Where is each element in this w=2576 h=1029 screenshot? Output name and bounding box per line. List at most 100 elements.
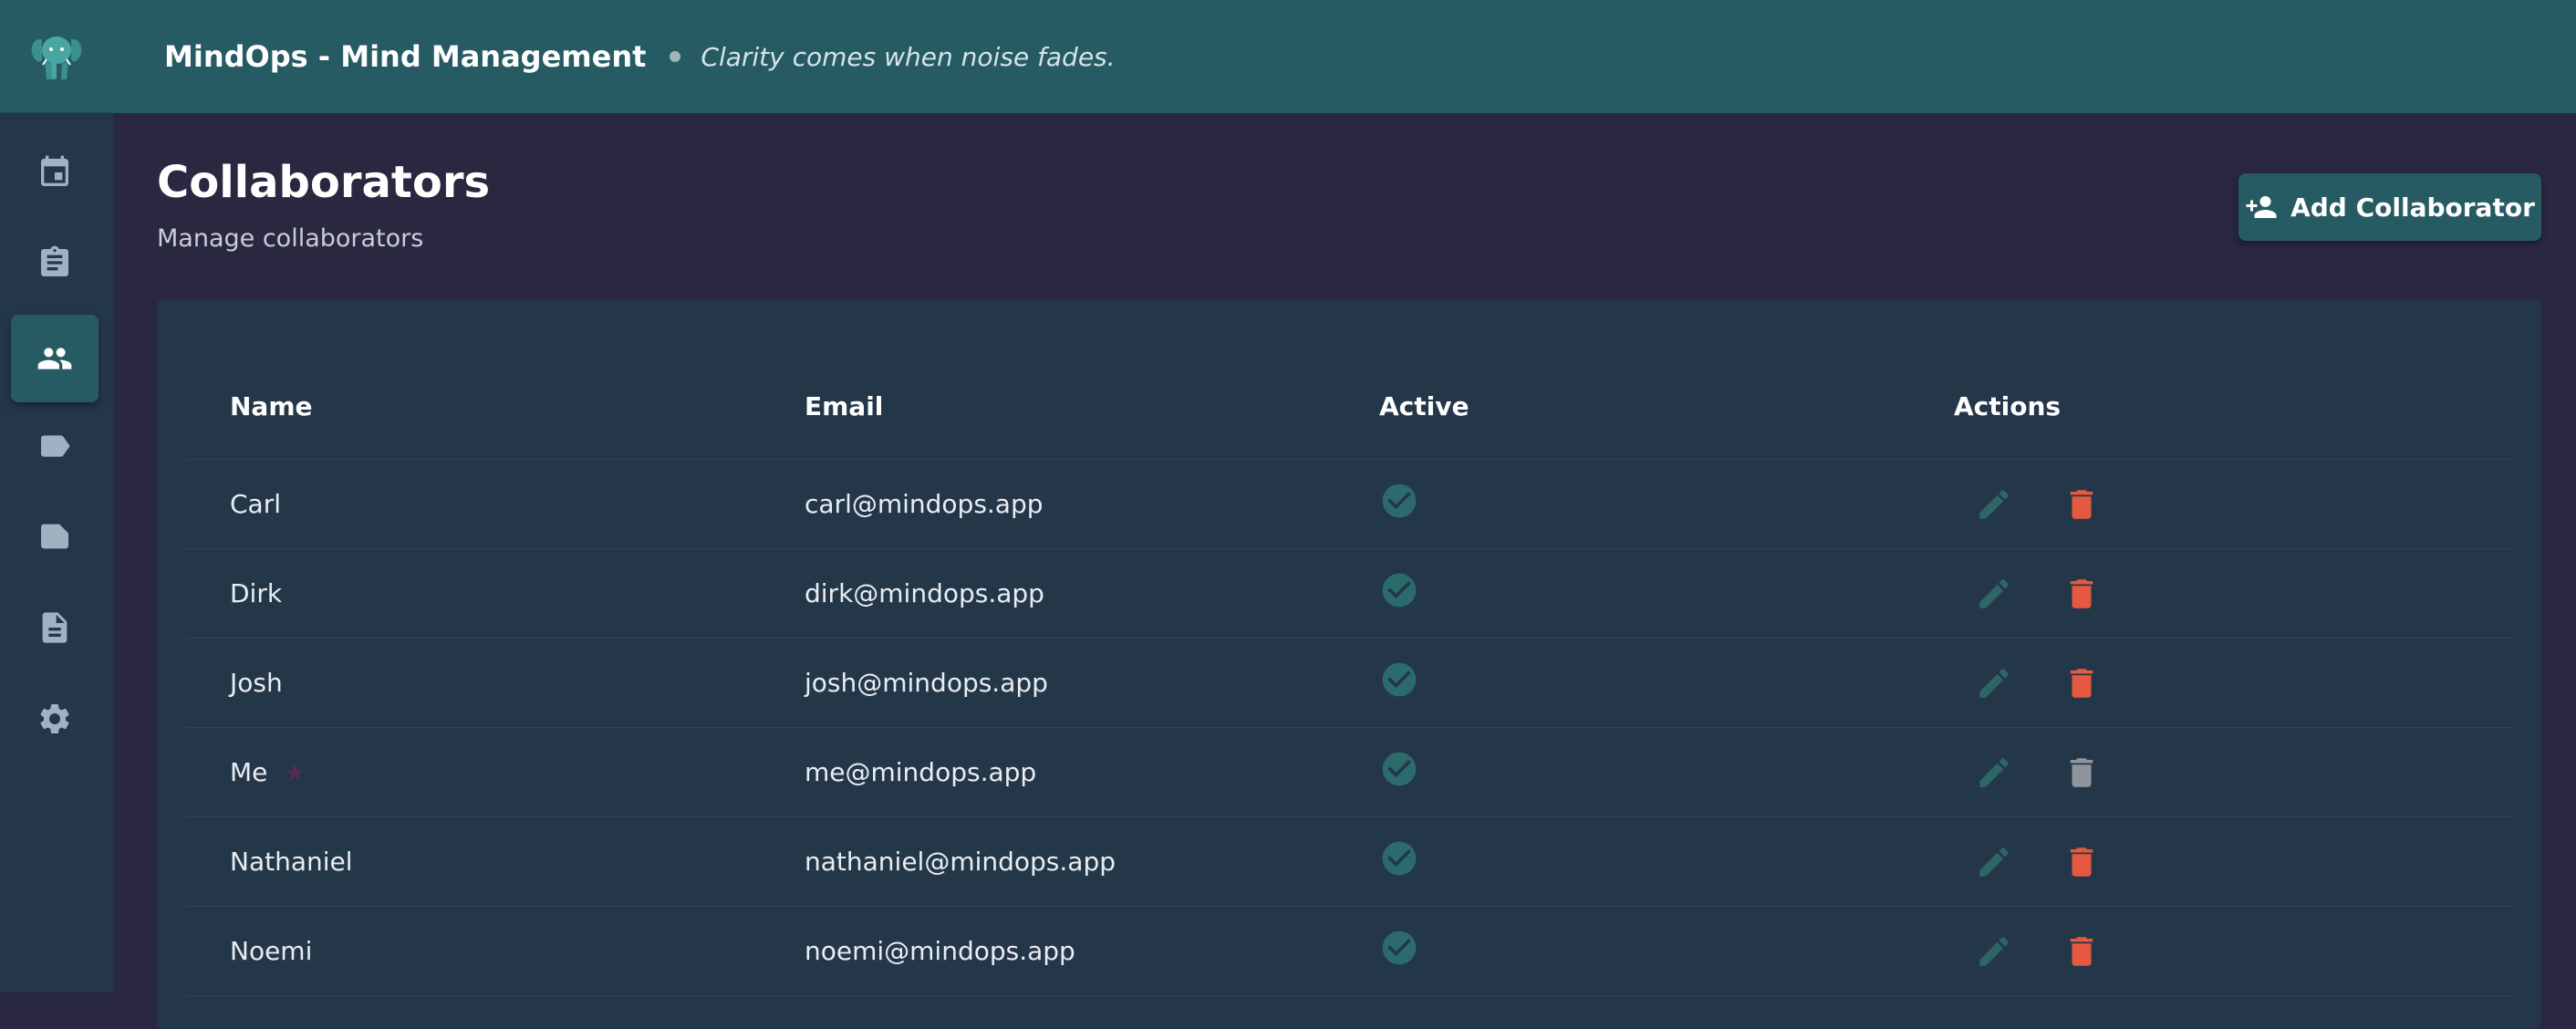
star-icon: ★ — [284, 760, 306, 787]
table-row: Dirk dirk@mindops.app — [186, 549, 2512, 639]
pencil-icon — [1979, 668, 2009, 698]
table-header: Name Email Active Actions — [186, 354, 2512, 460]
collaborator-name: Josh — [230, 668, 283, 698]
document-icon — [42, 612, 68, 643]
edit-button[interactable] — [1972, 483, 2016, 526]
trash-icon — [2070, 757, 2093, 787]
cell-active — [1335, 928, 1910, 974]
trash-icon — [2070, 489, 2093, 519]
cell-active — [1335, 570, 1910, 617]
edit-button[interactable] — [1972, 840, 2016, 884]
cell-active — [1335, 838, 1910, 885]
nav-calendar[interactable] — [11, 129, 99, 216]
delete-button[interactable] — [2060, 483, 2103, 526]
cell-name: Noemi — [186, 936, 761, 966]
top-bar: MindOps - Mind Management Clarity comes … — [113, 0, 2576, 113]
column-header-active[interactable]: Active — [1335, 391, 1910, 421]
collaborator-name: Me — [230, 757, 268, 787]
people-icon — [37, 348, 72, 369]
nav-settings[interactable] — [11, 675, 99, 763]
check-circle-icon — [1379, 752, 1419, 795]
collaborator-email: carl@mindops.app — [805, 489, 1044, 519]
page-subtitle: Manage collaborators — [157, 224, 424, 253]
cell-actions — [1910, 661, 2512, 705]
cell-actions — [1910, 840, 2512, 884]
cell-active — [1335, 660, 1910, 706]
app-logo[interactable] — [0, 0, 113, 113]
table-row: Me ★ me@mindops.app — [186, 728, 2512, 817]
person-add-icon — [2246, 196, 2277, 218]
collaborators-card: Name Email Active Actions Carl carl@mindo… — [157, 299, 2541, 1029]
edit-button[interactable] — [1972, 930, 2016, 973]
collaborator-name: Noemi — [230, 936, 313, 966]
cell-actions — [1910, 572, 2512, 616]
collaborator-name: Dirk — [230, 578, 283, 608]
edit-button[interactable] — [1972, 661, 2016, 705]
trash-icon — [2070, 668, 2093, 698]
collaborator-email: josh@mindops.app — [805, 668, 1048, 698]
edit-button[interactable] — [1972, 572, 2016, 616]
trash-icon — [2070, 847, 2093, 877]
column-header-name[interactable]: Name — [186, 391, 761, 421]
delete-button[interactable] — [2060, 661, 2103, 705]
folder-label-icon — [41, 524, 68, 549]
delete-button — [2060, 751, 2103, 795]
gear-icon — [40, 704, 69, 733]
calendar-icon — [41, 155, 68, 186]
nav-labels[interactable] — [11, 402, 99, 490]
cell-name: Carl — [186, 489, 761, 519]
cell-name: Dirk — [186, 578, 761, 608]
add-collaborator-button[interactable]: Add Collaborator — [2238, 173, 2541, 241]
pencil-icon — [1979, 757, 2009, 787]
cell-name: Nathaniel — [186, 847, 761, 877]
clipboard-icon — [41, 245, 68, 276]
collaborator-email: nathaniel@mindops.app — [805, 847, 1116, 877]
pencil-icon — [1979, 847, 2009, 877]
trash-icon — [2070, 936, 2093, 966]
pencil-icon — [1979, 489, 2009, 519]
elephant-logo-icon — [31, 36, 82, 79]
cell-actions — [1910, 483, 2512, 526]
column-header-actions: Actions — [1954, 391, 2062, 421]
app-tagline: Clarity comes when noise fades. — [701, 41, 1116, 72]
delete-button[interactable] — [2060, 572, 2103, 616]
nav-documents[interactable] — [11, 584, 99, 671]
check-circle-icon — [1379, 841, 1419, 885]
page-title: Collaborators — [157, 157, 491, 208]
trash-icon — [2070, 578, 2093, 608]
nav-tasks[interactable] — [11, 219, 99, 307]
cell-actions — [1910, 930, 2512, 973]
collaborator-name: Carl — [230, 489, 281, 519]
table-row: Nathaniel nathaniel@mindops.app — [186, 817, 2512, 907]
cell-name: Josh — [186, 668, 761, 698]
check-circle-icon — [1379, 483, 1419, 527]
separator-dot — [670, 51, 681, 62]
table-row: Josh josh@mindops.app — [186, 639, 2512, 728]
collaborator-email: noemi@mindops.app — [805, 936, 1075, 966]
cell-active — [1335, 749, 1910, 795]
collaborator-name: Nathaniel — [230, 847, 353, 877]
app-title: MindOps - Mind Management — [164, 39, 647, 74]
table-row: Carl carl@mindops.app — [186, 460, 2512, 549]
delete-button[interactable] — [2060, 840, 2103, 884]
delete-button[interactable] — [2060, 930, 2103, 973]
column-header-email[interactable]: Email — [761, 391, 1335, 421]
collaborators-table: Name Email Active Actions Carl carl@mindo… — [186, 354, 2512, 996]
collaborator-email: me@mindops.app — [805, 757, 1037, 787]
nav-collaborators[interactable] — [11, 315, 99, 402]
nav-notes[interactable] — [11, 493, 99, 580]
table-body: Carl carl@mindops.app Dirk dirk@mindops.app… — [186, 460, 2512, 996]
check-circle-icon — [1379, 662, 1419, 706]
table-row: Noemi noemi@mindops.app — [186, 907, 2512, 996]
sidebar — [0, 0, 113, 993]
cell-actions — [1910, 751, 2512, 795]
edit-button[interactable] — [1972, 751, 2016, 795]
pencil-icon — [1979, 936, 2009, 966]
check-circle-icon — [1379, 573, 1419, 617]
label-icon — [41, 435, 70, 457]
check-circle-icon — [1379, 930, 1419, 974]
add-collaborator-label: Add Collaborator — [2290, 192, 2535, 223]
cell-active — [1335, 481, 1910, 527]
collaborator-email: dirk@mindops.app — [805, 578, 1044, 608]
cell-name: Me ★ — [186, 757, 761, 787]
